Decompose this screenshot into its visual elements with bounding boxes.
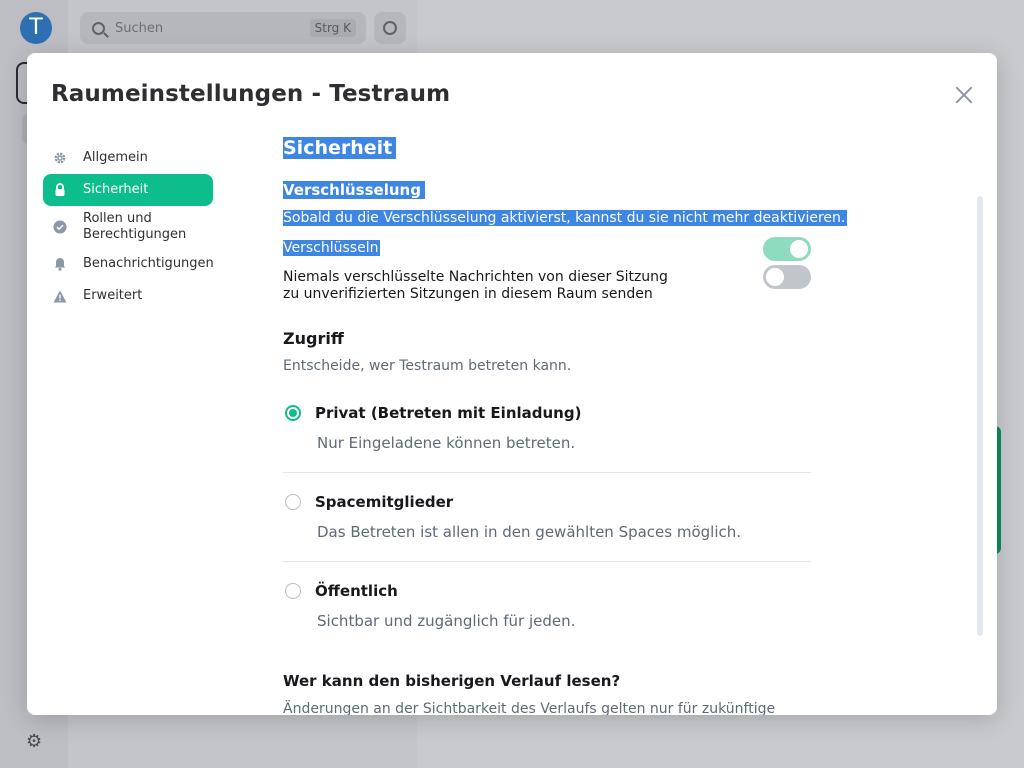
- toggle-knob: [790, 240, 808, 258]
- divider: [283, 561, 811, 562]
- never-send-row: Niemals verschlüsselte Nachrichten von d…: [283, 265, 811, 303]
- section-heading: Sicherheit: [283, 137, 397, 159]
- lock-icon: [53, 183, 67, 197]
- nav-item-allgemein[interactable]: Allgemein: [43, 142, 213, 174]
- encrypt-toggle[interactable]: [763, 237, 811, 261]
- radio-space-members[interactable]: [285, 494, 301, 510]
- nav-label: Benachrichtigungen: [83, 256, 214, 271]
- nav-label: Allgemein: [83, 150, 148, 165]
- encryption-description: Sobald du die Verschlüsselung aktivierst…: [283, 210, 848, 226]
- access-option-space-members[interactable]: Spacemitglieder Das Betreten ist allen i…: [283, 493, 811, 541]
- option-label: Privat (Betreten mit Einladung): [315, 404, 582, 422]
- history-description: Änderungen an der Sichtbarkeit des Verla…: [283, 701, 776, 715]
- search-shortcut-badge: Strg K: [309, 19, 356, 37]
- radio-private[interactable]: [285, 405, 301, 421]
- quick-settings-gear-icon[interactable]: ⚙: [26, 731, 42, 752]
- nav-item-benachrichtigungen[interactable]: Benachrichtigungen: [43, 248, 214, 280]
- access-heading: Zugriff: [283, 329, 344, 348]
- option-description: Nur Eingeladene können betreten.: [317, 434, 576, 452]
- divider: [283, 472, 811, 473]
- search-bar[interactable]: Suchen Strg K: [80, 12, 366, 44]
- settings-content: Sicherheit Verschlüsselung Sobald du die…: [283, 123, 983, 715]
- encrypt-label: Verschlüsseln: [283, 240, 381, 256]
- radio-public[interactable]: [285, 583, 301, 599]
- access-description: Entscheide, wer Testraum betreten kann.: [283, 358, 572, 374]
- option-label: Öffentlich: [315, 582, 398, 600]
- option-label: Spacemitglieder: [315, 493, 454, 511]
- compass-icon: [383, 21, 397, 35]
- warning-icon: [53, 289, 67, 303]
- nav-item-sicherheit[interactable]: Sicherheit: [43, 174, 213, 206]
- bell-icon: [53, 257, 67, 271]
- encrypt-row: Verschlüsseln: [283, 237, 811, 261]
- nav-item-erweitert[interactable]: Erweitert: [43, 280, 213, 312]
- nav-label: Erweitert: [83, 288, 143, 303]
- nav-item-rollen[interactable]: Rollen und Berechtigungen: [43, 206, 213, 248]
- option-description: Das Betreten ist allen in den gewählten …: [317, 523, 742, 541]
- encryption-heading: Verschlüsselung: [283, 181, 425, 199]
- search-icon: [92, 21, 105, 35]
- gear-icon: [53, 151, 67, 165]
- close-icon[interactable]: [953, 84, 975, 106]
- settings-nav: Allgemein Sicherheit Rollen und Berechti…: [43, 142, 214, 312]
- nav-label: Sicherheit: [83, 182, 149, 197]
- dialog-title: Raumeinstellungen - Testraum: [51, 81, 451, 107]
- option-description: Sichtbar und zugänglich für jeden.: [317, 612, 576, 630]
- never-send-toggle[interactable]: [763, 265, 811, 289]
- scrollbar[interactable]: [977, 196, 983, 636]
- search-placeholder: Suchen: [115, 20, 164, 36]
- room-settings-dialog: Raumeinstellungen - Testraum Allgemein S…: [27, 53, 997, 715]
- explore-rooms-button[interactable]: [374, 12, 406, 44]
- shield-check-icon: [53, 220, 67, 234]
- toggle-knob: [766, 268, 784, 286]
- access-option-private[interactable]: Privat (Betreten mit Einladung) Nur Eing…: [283, 404, 811, 452]
- access-option-public[interactable]: Öffentlich Sichtbar und zugänglich für j…: [283, 582, 811, 630]
- nav-label: Rollen und Berechtigungen: [83, 211, 187, 242]
- user-avatar[interactable]: T: [20, 12, 52, 44]
- never-send-label: Niemals verschlüsselte Nachrichten von d…: [283, 269, 668, 302]
- history-heading: Wer kann den bisherigen Verlauf lesen?: [283, 672, 621, 690]
